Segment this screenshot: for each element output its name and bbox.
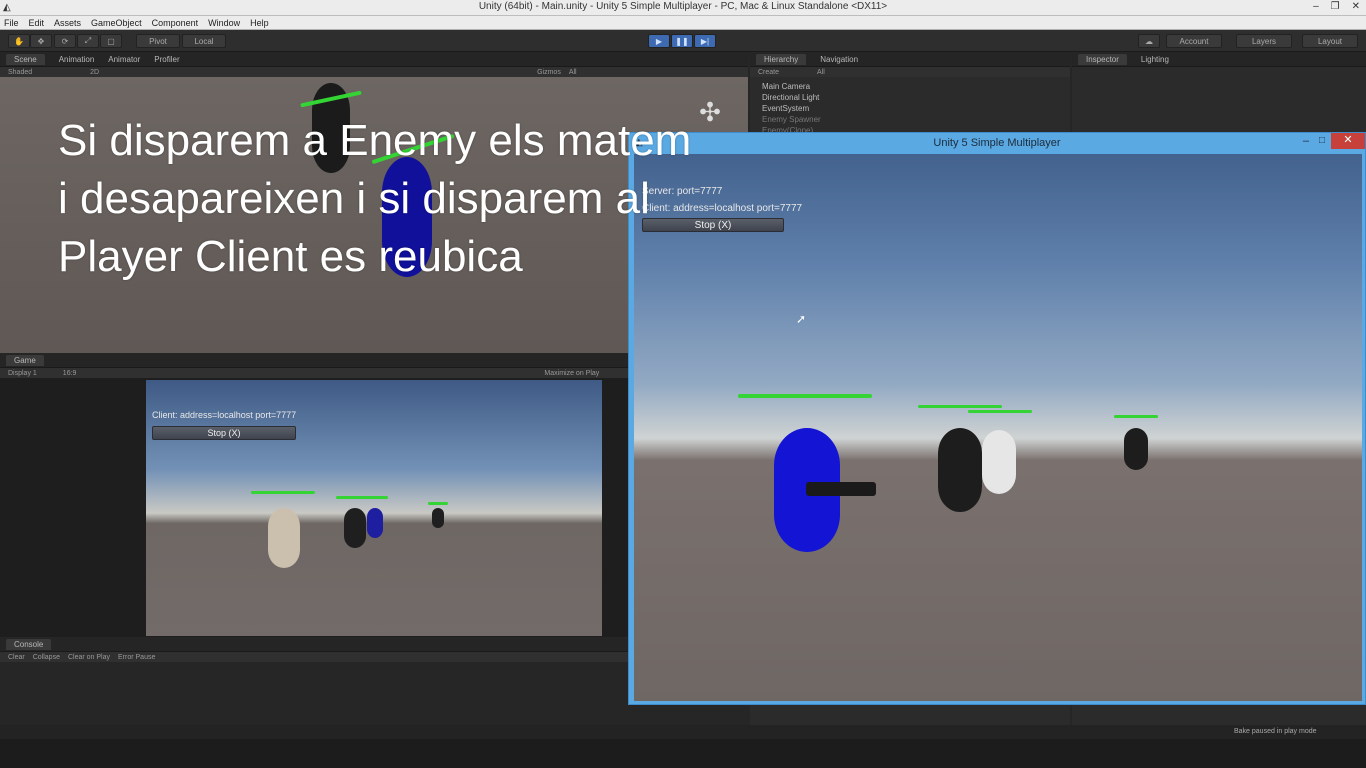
enemy-capsule[interactable] [938,428,982,512]
tab-profiler[interactable]: Profiler [154,55,179,64]
taskbar-area [0,739,1366,768]
close-icon[interactable]: ✕ [1352,1,1360,12]
player-viewport[interactable]: Server: port=7777 Client: address=localh… [634,154,1362,701]
shading-dropdown[interactable]: Shaded [8,69,32,76]
hierarchy-item[interactable]: Enemy Spawner [750,114,1070,125]
health-bar [251,491,315,494]
health-bar [918,405,1002,408]
enemy-capsule[interactable] [982,430,1016,494]
menu-help[interactable]: Help [250,18,269,28]
local-button[interactable]: Local [182,34,226,48]
player-window-title: Unity 5 Simple Multiplayer [933,137,1061,149]
hierarchy-create-dropdown[interactable]: Create [758,69,779,76]
client-address-label: Client: address=localhost port=7777 [152,410,297,420]
player-window[interactable]: ◭ Unity 5 Simple Multiplayer – □ ✕ Serve… [628,132,1366,705]
pivot-button[interactable]: Pivot [136,34,180,48]
health-bar [428,502,448,505]
mode-2d-toggle[interactable]: 2D [90,69,99,76]
play-icon[interactable]: ▶ [648,34,670,48]
window-title: Unity (64bit) - Main.unity - Unity 5 Sim… [478,1,888,12]
hand-tool-icon[interactable]: ✋ [8,34,30,48]
bake-status: Bake paused in play mode [1234,728,1317,735]
enemy-capsule[interactable] [344,508,366,548]
player-capsule[interactable] [268,508,300,568]
maximize-icon[interactable]: ❐ [1331,1,1340,12]
menu-gameobject[interactable]: GameObject [91,18,142,28]
tab-animator[interactable]: Animator [108,55,140,64]
menu-edit[interactable]: Edit [29,18,45,28]
tab-console[interactable]: Console [6,639,52,650]
scale-tool-icon[interactable]: ⤢ [77,34,99,48]
menu-component[interactable]: Component [152,18,199,28]
hierarchy-item[interactable]: Main Camera [750,81,1070,92]
mouse-cursor-icon: ➚ [796,312,807,326]
status-bar: Bake paused in play mode [0,725,1366,739]
menu-window[interactable]: Window [208,18,240,28]
close-icon[interactable]: ✕ [1331,133,1365,149]
maximize-icon[interactable]: □ [1319,135,1325,146]
console-error-pause-button[interactable]: Error Pause [118,654,155,661]
game-viewport[interactable]: Client: address=localhost port=7777 Stop… [146,380,602,636]
health-bar [336,496,388,499]
hierarchy-item[interactable]: EventSystem [750,103,1070,114]
minimize-icon[interactable]: – [1303,135,1309,147]
console-clear-on-play-button[interactable]: Clear on Play [68,654,110,661]
step-icon[interactable]: ▶| [694,34,716,48]
display-dropdown[interactable]: Display 1 [8,370,37,377]
tab-lighting[interactable]: Lighting [1141,55,1169,64]
layout-dropdown[interactable]: Layout [1302,34,1358,48]
menu-file[interactable]: File [4,18,19,28]
aspect-dropdown[interactable]: 16:9 [63,370,77,377]
player-gun [806,482,876,496]
rect-tool-icon[interactable]: ▢ [100,34,122,48]
layers-dropdown[interactable]: Layers [1236,34,1292,48]
move-tool-icon[interactable]: ✥ [30,34,52,48]
client-player-capsule[interactable] [367,508,383,538]
tab-game[interactable]: Game [6,355,44,366]
health-bar [738,394,872,398]
hierarchy-search[interactable]: All [817,69,825,76]
gizmos-dropdown[interactable]: Gizmos [537,69,561,76]
rotate-tool-icon[interactable]: ⟳ [54,34,76,48]
tutorial-caption: Si disparem a Enemy els matem i desapare… [58,116,692,281]
account-dropdown[interactable]: Account [1166,34,1222,48]
title-bar: ◭ Unity (64bit) - Main.unity - Unity 5 S… [0,0,1366,16]
menu-bar: File Edit Assets GameObject Component Wi… [0,16,1366,30]
enemy-capsule[interactable] [432,508,444,528]
tab-animation[interactable]: Animation [59,55,95,64]
console-collapse-button[interactable]: Collapse [33,654,60,661]
menu-assets[interactable]: Assets [54,18,81,28]
hierarchy-item[interactable]: Directional Light [750,92,1070,103]
scene-search[interactable]: All [569,69,577,76]
console-clear-button[interactable]: Clear [8,654,25,661]
game-stop-button[interactable]: Stop (X) [152,426,296,440]
tab-hierarchy[interactable]: Hierarchy [756,54,807,65]
minimize-icon[interactable]: – [1313,1,1319,12]
enemy-capsule[interactable] [1124,428,1148,470]
toolbar: ✋ ✥ ⟳ ⤢ ▢ Pivot Local ▶ ❚❚ ▶| ☁ Account … [0,30,1366,52]
maximize-on-play-toggle[interactable]: Maximize on Play [544,370,599,377]
tab-inspector[interactable]: Inspector [1078,54,1127,65]
health-bar [968,410,1032,413]
pause-icon[interactable]: ❚❚ [671,34,693,48]
tab-navigation[interactable]: Navigation [820,55,858,64]
health-bar [1114,415,1158,418]
tab-scene[interactable]: Scene [6,54,45,65]
cloud-icon[interactable]: ☁ [1138,34,1160,48]
game-panel: Game Display 1 16:9 Maximize on Play Cli… [0,354,630,637]
